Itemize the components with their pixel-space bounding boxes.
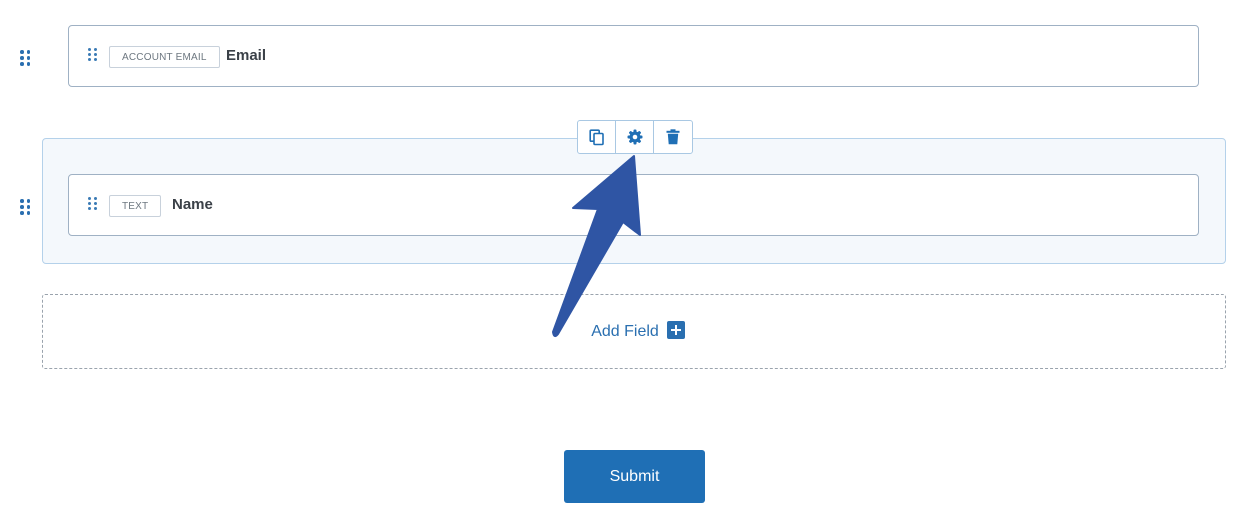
drag-handle-icon[interactable]: [20, 50, 32, 68]
add-field-label: Add Field: [591, 322, 659, 340]
form-builder-canvas: ACCOUNT EMAIL Email TEXT Name Add Field …: [0, 0, 1256, 508]
plus-square-icon: [666, 320, 685, 339]
drag-handle-icon[interactable]: [20, 199, 32, 217]
submit-button[interactable]: Submit: [564, 450, 705, 503]
delete-button[interactable]: [654, 121, 692, 153]
field-toolbar: [577, 120, 693, 154]
field-type-badge: TEXT: [109, 195, 162, 217]
copy-icon: [588, 128, 604, 145]
duplicate-button[interactable]: [578, 121, 616, 153]
drag-handle-icon[interactable]: [88, 48, 97, 61]
field-label: Name: [172, 196, 213, 213]
field-type-badge: ACCOUNT EMAIL: [109, 46, 220, 68]
field-row-name[interactable]: TEXT Name: [68, 174, 1199, 236]
drag-handle-icon[interactable]: [88, 197, 97, 210]
field-row-email[interactable]: ACCOUNT EMAIL Email: [68, 25, 1199, 87]
gear-icon: [627, 129, 642, 145]
trash-icon: [666, 129, 680, 145]
settings-button[interactable]: [616, 121, 654, 153]
field-label: Email: [226, 47, 267, 64]
add-field-button[interactable]: Add Field: [42, 294, 1226, 369]
